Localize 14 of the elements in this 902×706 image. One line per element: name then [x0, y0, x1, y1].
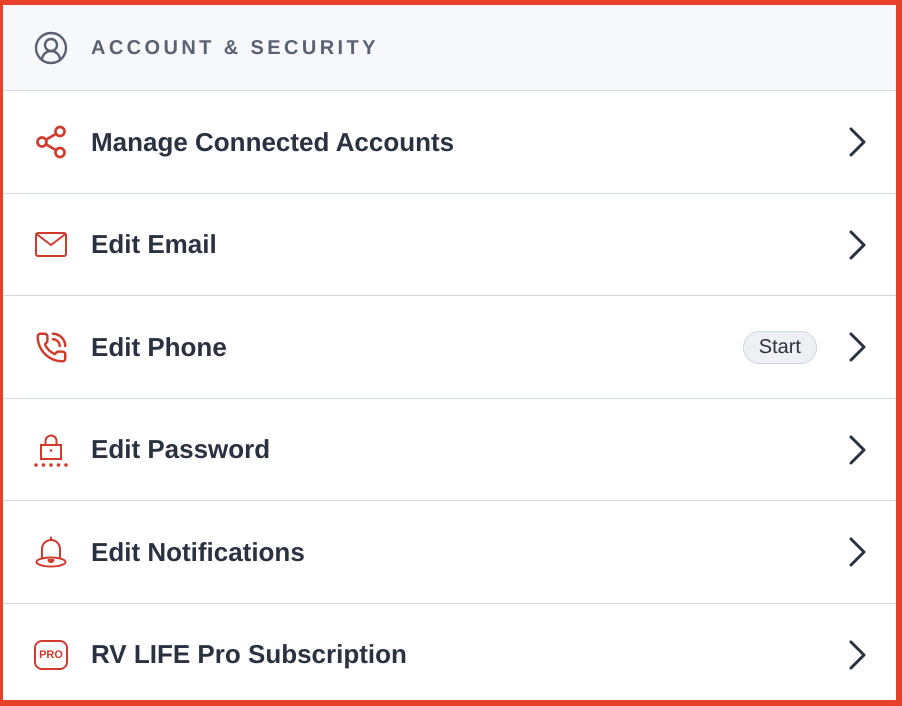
envelope-icon — [35, 232, 67, 258]
share-icon — [33, 124, 69, 160]
bell-icon — [35, 536, 67, 568]
pro-badge: PRO — [34, 640, 68, 670]
chevron-right-icon — [849, 434, 866, 465]
chevron-right-icon — [849, 640, 866, 670]
status-pill: Start — [742, 330, 817, 364]
chevron-right-icon — [849, 230, 866, 260]
chevron-right-icon — [849, 537, 866, 568]
section-title: ACCOUNT & SECURITY — [91, 36, 379, 60]
chevron-right-icon — [849, 332, 866, 362]
chevron-right-icon — [849, 127, 866, 157]
phone-call-icon — [34, 330, 68, 364]
lock-icon — [33, 432, 69, 468]
